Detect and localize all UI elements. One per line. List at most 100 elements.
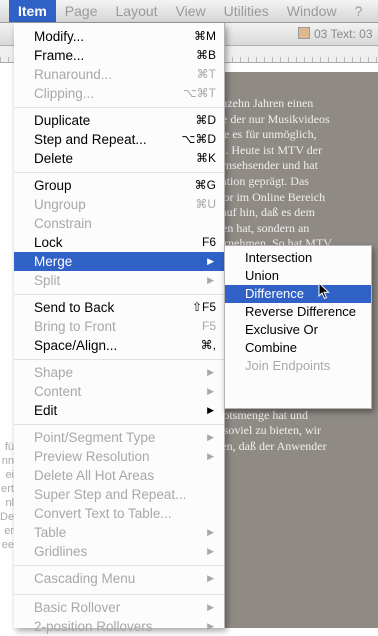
body-text-line: sechzehn Jahren einen [206, 96, 314, 110]
menu-item-runaround[interactable]: Runaround... ⌘T [14, 65, 224, 84]
submenu-arrow-icon: ▶ [207, 527, 214, 537]
submenu-item-join-endpoints[interactable]: Join Endpoints [225, 357, 371, 375]
menu-item-label: Delete All Hot Areas [34, 468, 155, 483]
body-text-line: -Fernsehsender und hat [206, 158, 318, 173]
submenu-arrow-icon: ▶ [207, 256, 214, 266]
menu-item-step-and-repeat[interactable]: Step and Repeat... ⌥⌘D [14, 130, 224, 149]
menubar-item-window[interactable]: Window [278, 0, 346, 22]
left-text-fragment: nl [5, 497, 14, 509]
menubar-item-layout[interactable]: Layout [107, 0, 167, 22]
menu-item-label: Preview Resolution [34, 449, 150, 464]
submenu-item-combine[interactable]: Combine [225, 339, 371, 357]
menu-item-preview-resolution[interactable]: Preview Resolution ▶ [14, 447, 224, 466]
merge-submenu: Intersection Union Difference Reverse Diffe… [224, 245, 372, 409]
menu-item-space-align[interactable]: Space/Align... ⌘, [14, 336, 224, 355]
menu-item-label: Merge [34, 254, 73, 269]
menubar-item-help-icon[interactable]: ? [346, 0, 372, 22]
menu-item-clipping[interactable]: Clipping... ⌥⌘T [14, 84, 224, 103]
menu-item-label: Modify... [34, 29, 85, 44]
menubar-item-page[interactable]: Page [56, 0, 107, 22]
menu-item-label: Duplicate [34, 113, 91, 128]
menu-item-label: Space/Align... [34, 338, 118, 353]
menu-item-label: Gridlines [34, 544, 88, 559]
menu-item-convert-text-to-table[interactable]: Convert Text to Table... [14, 504, 224, 523]
menu-item-shape[interactable]: Shape ▶ [14, 363, 224, 382]
body-text-line: sehen hat, sondern an [206, 220, 310, 235]
submenu-arrow-icon: ▶ [207, 405, 214, 415]
menu-item-modify[interactable]: Modify... ⌘M [14, 27, 224, 46]
menu-item-label: Send to Back [34, 300, 115, 315]
menu-item-label: Group [34, 178, 72, 193]
menu-item-point-segment-type[interactable]: Point/Segment Type ▶ [14, 428, 224, 447]
menu-item-merge[interactable]: Merge ▶ [14, 252, 224, 271]
menu-item-bring-to-front[interactable]: Bring to Front F5 [14, 317, 224, 336]
body-text-line: V vor im Online Bereich [206, 189, 326, 204]
menu-item-gridlines[interactable]: Gridlines ▶ [14, 542, 224, 561]
submenu-arrow-icon: ▶ [207, 573, 214, 583]
menu-item-edit[interactable]: Edit ▶ [14, 401, 224, 420]
left-column-text: fü nn ei ert nl De er ee [0, 440, 14, 552]
submenu-item-union[interactable]: Union [225, 267, 371, 285]
menu-item-label: Runaround... [34, 67, 113, 82]
menu-item-shortcut: ⌘G [194, 178, 216, 192]
menu-item-content[interactable]: Content ▶ [14, 382, 224, 401]
submenu-arrow-icon: ▶ [207, 432, 214, 442]
menu-item-label: Step and Repeat... [34, 132, 147, 147]
menu-item-label: Lock [34, 235, 63, 250]
menu-item-2-position-rollovers[interactable]: 2-position Rollovers ▶ [14, 617, 224, 636]
menu-item-table[interactable]: Table ▶ [14, 523, 224, 542]
menu-item-shortcut: ⌥⌘D [181, 132, 217, 146]
menu-item-label: Basic Rollover [34, 600, 121, 615]
menu-item-label: Constrain [34, 216, 92, 231]
menu-item-split[interactable]: Split ▶ [14, 271, 224, 290]
menu-item-label: Point/Segment Type [34, 430, 156, 445]
menu-item-label: Super Step and Repeat... [34, 487, 187, 502]
body-text-line: gebotsmenge hat und [206, 407, 308, 422]
menu-item-group[interactable]: Group ⌘G [14, 176, 224, 195]
menu-item-shortcut: ⌥⌘T [182, 86, 216, 100]
submenu-item-exclusive-or[interactable]: Exclusive Or [225, 321, 371, 339]
menu-item-ungroup[interactable]: Ungroup ⌘U [14, 195, 224, 214]
menu-separator [14, 172, 224, 173]
menu-item-label: Table [34, 525, 67, 540]
menu-separator [14, 565, 224, 566]
submenu-item-reverse-difference[interactable]: Reverse Difference [225, 303, 371, 321]
menu-item-delete-all-hot-areas[interactable]: Delete All Hot Areas [14, 466, 224, 485]
menu-item-label: Bring to Front [34, 319, 116, 334]
submenu-item-intersection[interactable]: Intersection [225, 249, 371, 267]
body-text-line: tellen, daß der Anwender [206, 439, 327, 454]
left-text-fragment: fü [4, 441, 14, 453]
left-text-fragment: De [0, 511, 14, 523]
submenu-arrow-icon: ▶ [207, 386, 214, 396]
menu-item-shortcut: ⌘D [195, 113, 216, 127]
menu-item-label: Frame... [34, 48, 85, 63]
menu-item-constrain[interactable]: Constrain [14, 214, 224, 233]
menu-separator [14, 294, 224, 295]
document-proxy-icon [298, 27, 310, 39]
body-text-line: hat soviel zu bieten, wir [206, 423, 321, 438]
menu-item-label: Shape [34, 365, 74, 380]
submenu-arrow-icon: ▶ [207, 621, 214, 631]
menu-item-duplicate[interactable]: Duplicate ⌘D [14, 111, 224, 130]
menubar-item-item[interactable]: Item [9, 0, 56, 22]
submenu-item-difference[interactable]: Difference [225, 285, 371, 303]
menu-item-cascading-menu[interactable]: Cascading Menu ▶ [14, 569, 224, 588]
menubar-item-view[interactable]: View [167, 0, 215, 22]
menu-item-lock[interactable]: Lock F6 [14, 233, 224, 252]
menu-item-frame[interactable]: Frame... ⌘B [14, 46, 224, 65]
menu-item-send-to-back[interactable]: Send to Back ⇧F5 [14, 298, 224, 317]
menubar-item-utilities[interactable]: Utilities [215, 0, 278, 22]
menu-item-delete[interactable]: Delete ⌘K [14, 149, 224, 168]
left-text-fragment: ei [5, 469, 14, 481]
submenu-arrow-icon: ▶ [207, 367, 214, 377]
menu-item-shortcut: ⌘U [195, 197, 216, 211]
body-text-line: viele es für unmöglich, [206, 127, 317, 142]
menu-item-shortcut: ⌘K [195, 151, 216, 165]
menu-item-basic-rollover[interactable]: Basic Rollover ▶ [14, 598, 224, 617]
menu-item-label: Delete [34, 151, 74, 166]
menu-item-shortcut: F6 [201, 235, 216, 249]
menu-item-super-step-and-repeat[interactable]: Super Step and Repeat... [14, 485, 224, 504]
body-text-line: darauf hin, daß es dem [206, 205, 315, 220]
menu-separator [14, 107, 224, 108]
body-text-line: neration geprägt. Das [206, 173, 309, 188]
